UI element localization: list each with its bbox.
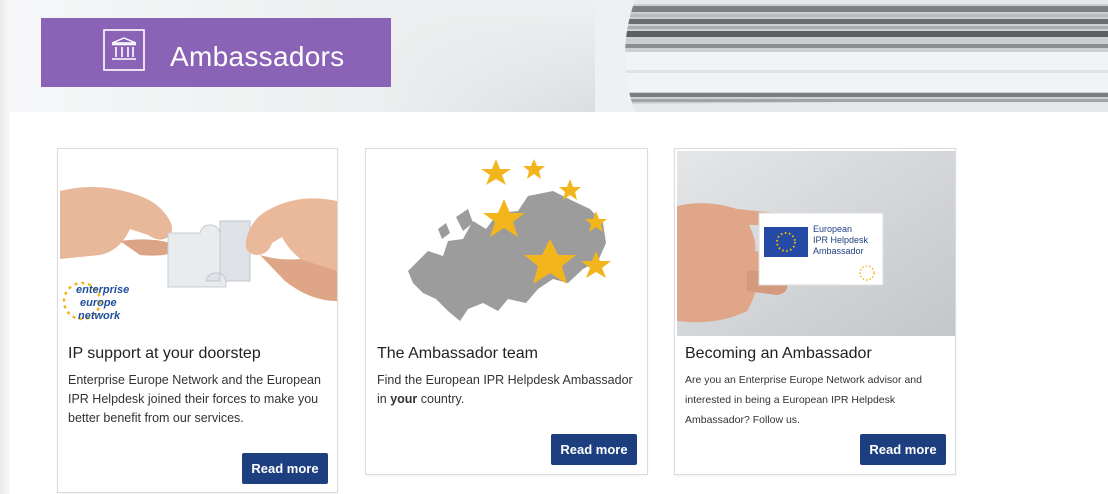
read-more-button[interactable]: Read more: [860, 434, 946, 465]
read-more-button[interactable]: Read more: [551, 434, 637, 465]
read-more-button[interactable]: Read more: [242, 453, 328, 484]
card-title: Becoming an Ambassador: [685, 345, 872, 362]
een-logo-text-3: network: [78, 310, 121, 322]
card-ambassador-team: The Ambassador team Find the European IP…: [365, 148, 648, 475]
banner-title-box: Ambassadors: [41, 18, 391, 87]
card-title: The Ambassador team: [377, 345, 538, 362]
een-logo-text-2: europe: [80, 297, 117, 309]
card-title: IP support at your doorstep: [68, 345, 261, 362]
handshake-puzzle-image: enterprise europe network: [60, 151, 337, 336]
card-text-line-2: IPR Helpdesk: [813, 235, 869, 245]
left-shadow-edge: [0, 0, 10, 494]
card-becoming-ambassador: European IPR Helpdesk Ambassador Becomin…: [674, 148, 956, 475]
card-ip-support: enterprise europe network IP support at …: [57, 148, 338, 493]
page-title: Ambassadors: [170, 41, 345, 72]
card-text-line-3: Ambassador: [813, 246, 864, 256]
europe-map-stars-image: [368, 151, 647, 336]
page: Ambassadors enterprise europe network IP…: [0, 0, 1108, 494]
card-description: Are you an Enterprise Europe Network adv…: [685, 374, 922, 426]
card-text-line-1: European: [813, 224, 852, 234]
books-image: [595, 0, 1108, 112]
ambassador-card-image: European IPR Helpdesk Ambassador: [677, 151, 955, 336]
card-description: Enterprise Europe Network and the Europe…: [68, 373, 321, 425]
card-description: Find the European IPR Helpdesk Ambassado…: [377, 373, 633, 406]
hero-banner: Ambassadors: [10, 0, 1108, 112]
een-logo-text-1: enterprise: [76, 284, 129, 296]
institution-icon: [103, 29, 145, 71]
